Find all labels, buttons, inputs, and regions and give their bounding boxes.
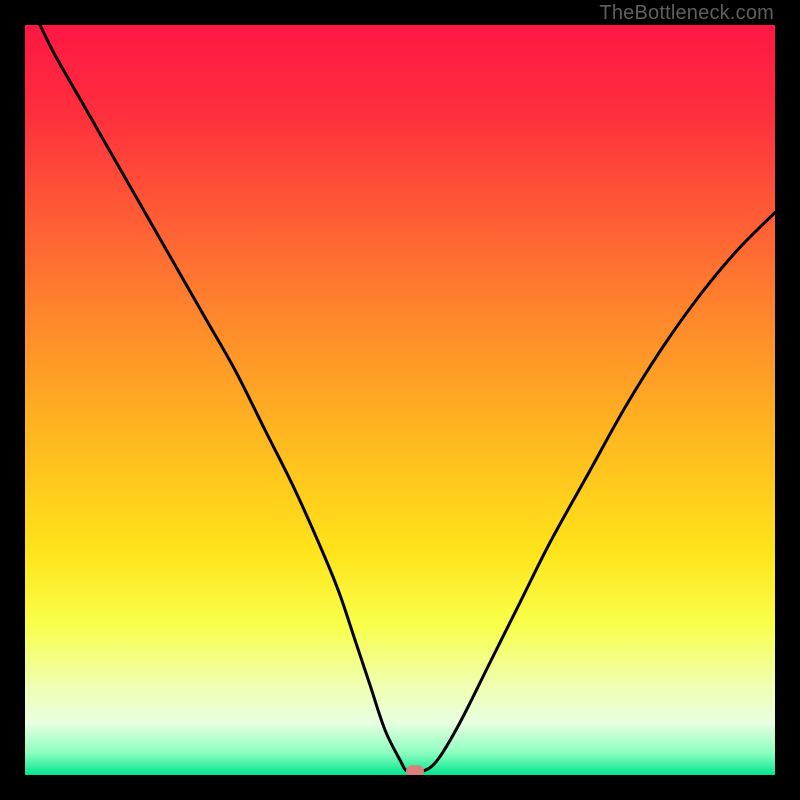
bottleneck-chart (25, 25, 775, 775)
chart-frame: TheBottleneck.com (0, 0, 800, 800)
watermark-text: TheBottleneck.com (599, 2, 774, 25)
plot-area (25, 25, 775, 775)
gradient-background (25, 25, 775, 775)
optimal-point-marker (406, 765, 424, 775)
